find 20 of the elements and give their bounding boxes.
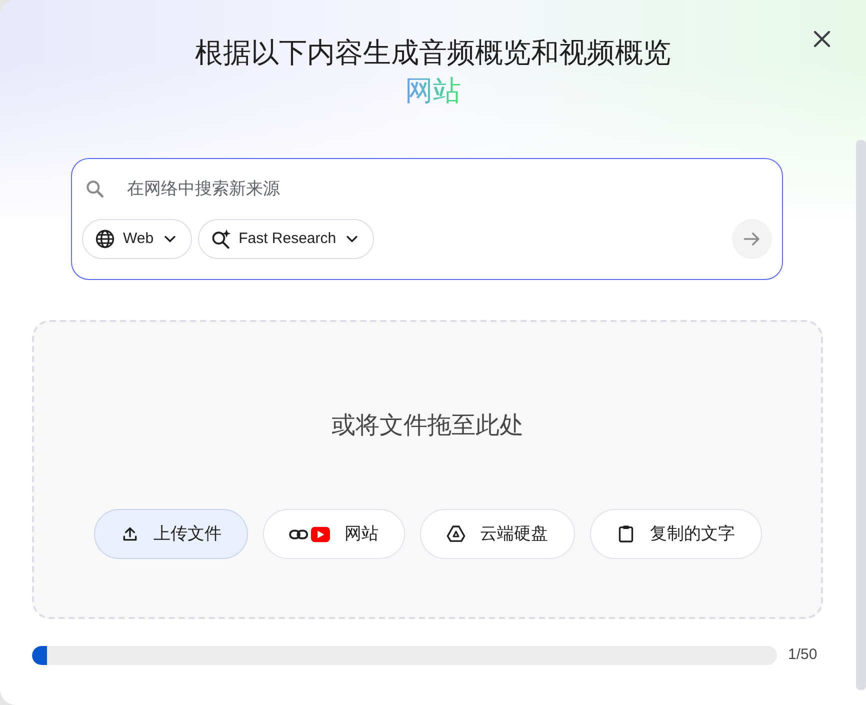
source-button[interactable]: 云端硬盘: [420, 509, 574, 559]
source-button[interactable]: 复制的文字: [590, 509, 762, 559]
dialog-title: 根据以下内容生成音频概览和视频概览: [195, 36, 671, 70]
dropdown-chip[interactable]: Fast Research: [198, 219, 374, 259]
source-button[interactable]: 网站: [262, 509, 404, 559]
dropdown-chip[interactable]: Web: [82, 219, 192, 259]
scrollbar[interactable]: [856, 140, 866, 690]
globe-icon: [94, 228, 116, 250]
sparkle-search-icon: [210, 228, 232, 250]
search-field[interactable]: 在网络中搜索新来源: [127, 176, 782, 202]
triangle-icon: [446, 524, 466, 544]
search-box[interactable]: 在网络中搜索新来源 Web Fast Research: [71, 158, 783, 280]
source-count: 1/50: [788, 645, 818, 665]
drop-prompt: 或将文件拖至此处: [332, 411, 524, 441]
source-button[interactable]: 上传文件: [94, 509, 248, 559]
clipboard-icon: [616, 524, 636, 544]
submit-button[interactable]: [732, 219, 772, 259]
link-video-icon: [288, 524, 330, 544]
search-icon: [84, 178, 106, 200]
drop-zone[interactable]: 或将文件拖至此处 上传文件 网站 云端硬盘 复制的文字: [32, 320, 823, 619]
